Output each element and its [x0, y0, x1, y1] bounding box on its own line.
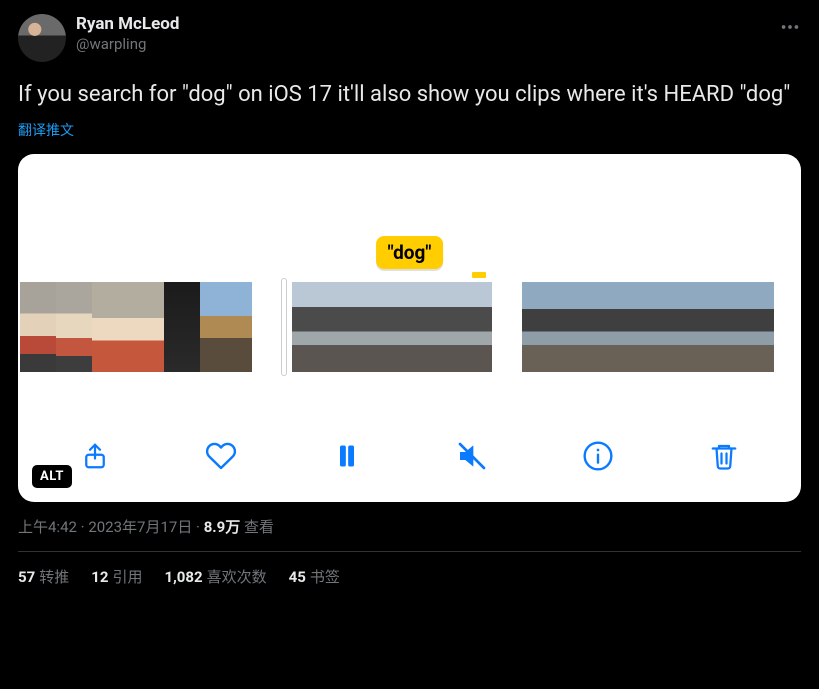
clip-thumbnail[interactable] — [392, 282, 442, 372]
display-name[interactable]: Ryan McLeod — [76, 14, 179, 34]
avatar[interactable] — [18, 14, 66, 62]
trash-button[interactable] — [704, 438, 744, 474]
clip-thumbnail[interactable] — [56, 282, 92, 372]
name-block: Ryan McLeod @warpling — [76, 14, 179, 53]
bookmarks-stat[interactable]: 45书签 — [289, 566, 340, 587]
timeline-marker — [472, 272, 486, 278]
pause-button[interactable] — [327, 438, 367, 474]
video-timeline[interactable] — [18, 282, 801, 372]
clip-thumbnail[interactable] — [128, 282, 164, 372]
tweet-text: If you search for "dog" on iOS 17 it'll … — [18, 80, 801, 110]
user-handle[interactable]: @warpling — [76, 35, 179, 53]
clip-thumbnail[interactable] — [292, 282, 342, 372]
clip-thumbnail[interactable] — [522, 282, 564, 372]
tweet-meta: 上午4:42 · 2023年7月17日 · 8.9万 查看 — [18, 516, 801, 537]
clip-thumbnail[interactable] — [564, 282, 606, 372]
clip-thumbnail[interactable] — [690, 282, 732, 372]
tweet-date[interactable]: 2023年7月17日 — [88, 518, 192, 536]
clip-thumbnail[interactable] — [342, 282, 392, 372]
clip-thumbnail[interactable] — [200, 282, 252, 372]
mute-button[interactable] — [452, 438, 492, 474]
tweet-header: Ryan McLeod @warpling — [18, 14, 801, 62]
clip-group[interactable] — [522, 282, 774, 372]
clip-group[interactable] — [282, 282, 492, 372]
tweet-stats: 57转推 12引用 1,082喜欢次数 45书签 — [18, 552, 801, 593]
alt-badge[interactable]: ALT — [32, 465, 72, 488]
clip-thumbnail[interactable] — [606, 282, 648, 372]
more-options-button[interactable] — [779, 14, 801, 38]
share-button[interactable] — [75, 438, 115, 474]
media-toolbar — [18, 438, 801, 474]
views-label: 查看 — [240, 518, 274, 536]
media-card[interactable]: "dog" — [18, 154, 801, 502]
clip-thumbnail[interactable] — [20, 282, 56, 372]
clip-thumbnail[interactable] — [648, 282, 690, 372]
likes-stat[interactable]: 1,082喜欢次数 — [164, 566, 266, 587]
heart-button[interactable] — [201, 438, 241, 474]
clip-thumbnail[interactable] — [92, 282, 128, 372]
tweet-container: Ryan McLeod @warpling If you search for … — [0, 0, 819, 603]
search-match-badge: "dog" — [376, 236, 444, 269]
views-count[interactable]: 8.9万 — [204, 518, 241, 536]
clip-thumbnail[interactable] — [442, 282, 492, 372]
clip-group[interactable] — [20, 282, 252, 372]
clip-thumbnail[interactable] — [732, 282, 774, 372]
translate-link[interactable]: 翻译推文 — [18, 120, 74, 140]
quotes-stat[interactable]: 12引用 — [91, 566, 142, 587]
info-button[interactable] — [578, 438, 618, 474]
tweet-time[interactable]: 上午4:42 — [18, 518, 77, 536]
playhead[interactable] — [282, 279, 286, 375]
clip-thumbnail[interactable] — [164, 282, 200, 372]
retweets-stat[interactable]: 57转推 — [18, 566, 69, 587]
